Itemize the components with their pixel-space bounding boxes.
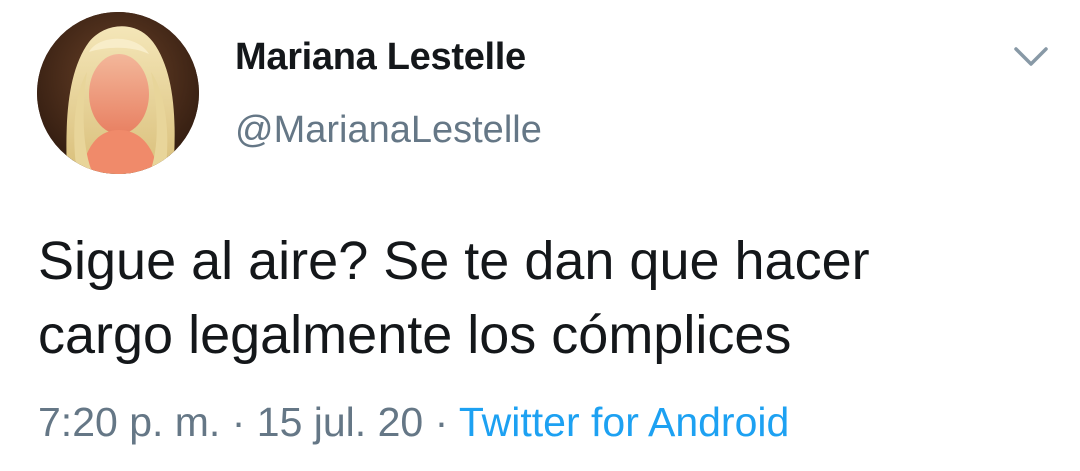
tweet-card: Mariana Lestelle @MarianaLestelle Sigue …	[0, 0, 1080, 471]
tweet-time[interactable]: 7:20 p. m.	[38, 399, 220, 445]
tweet-text: Sigue al aire? Se te dan que hacer cargo…	[38, 224, 1058, 372]
meta-separator: ·	[423, 399, 459, 445]
tweet-meta: 7:20 p. m. · 15 jul. 20 · Twitter for An…	[38, 399, 789, 446]
chevron-down-icon[interactable]	[1011, 42, 1051, 72]
user-handle[interactable]: @MarianaLestelle	[235, 109, 542, 152]
tweet-source-link[interactable]: Twitter for Android	[459, 399, 789, 445]
tweet-text-line: cargo legalmente los cómplices	[38, 305, 792, 365]
tweet-date[interactable]: 15 jul. 20	[257, 399, 423, 445]
meta-separator: ·	[220, 399, 257, 445]
avatar[interactable]	[37, 12, 199, 174]
tweet-text-line: Sigue al aire? Se te dan que hacer	[38, 231, 870, 291]
profile-photo-icon	[37, 12, 199, 174]
display-name[interactable]: Mariana Lestelle	[235, 36, 526, 79]
